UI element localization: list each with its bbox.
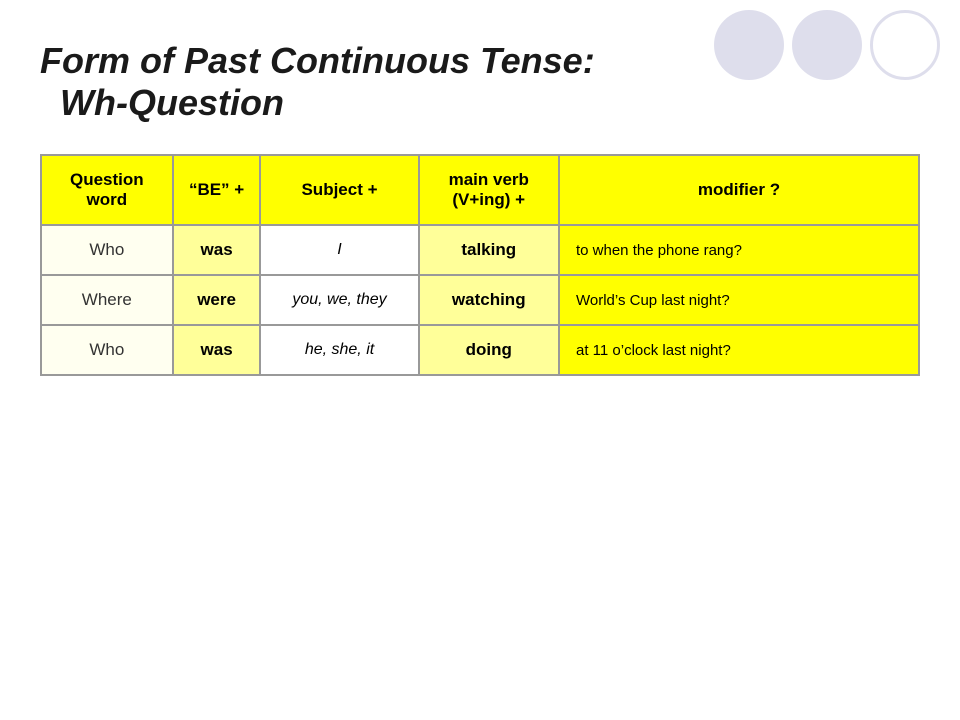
table-row: Who was he, she, it doing at 11 o’clock … <box>41 325 919 375</box>
header-be: “BE” + <box>173 155 261 225</box>
row3-subject: he, she, it <box>260 325 418 375</box>
row1-question-word: Who <box>41 225 173 275</box>
header-subject: Subject + <box>260 155 418 225</box>
row1-main-verb: talking <box>419 225 559 275</box>
row1-be: was <box>173 225 261 275</box>
row1-modifier: to when the phone rang? <box>559 225 919 275</box>
row2-subject: you, we, they <box>260 275 418 325</box>
table-header-row: Question word “BE” + Subject + main verb… <box>41 155 919 225</box>
table-row: Who was I talking to when the phone rang… <box>41 225 919 275</box>
row3-main-verb: doing <box>419 325 559 375</box>
row3-be: was <box>173 325 261 375</box>
row3-modifier: at 11 o’clock last night? <box>559 325 919 375</box>
decorative-circles <box>714 10 940 80</box>
row2-modifier: World’s Cup last night? <box>559 275 919 325</box>
row2-main-verb: watching <box>419 275 559 325</box>
table-wrapper: Question word “BE” + Subject + main verb… <box>40 154 920 376</box>
circle-1 <box>714 10 784 80</box>
page-container: Form of Past Continuous Tense: Wh-Questi… <box>0 0 960 720</box>
header-modifier: modifier ? <box>559 155 919 225</box>
row1-subject: I <box>260 225 418 275</box>
circle-2 <box>792 10 862 80</box>
row3-question-word: Who <box>41 325 173 375</box>
title-line2: Wh-Question <box>60 82 920 124</box>
row2-question-word: Where <box>41 275 173 325</box>
circle-3 <box>870 10 940 80</box>
table-row: Where were you, we, they watching World’… <box>41 275 919 325</box>
row2-be: were <box>173 275 261 325</box>
header-question-word: Question word <box>41 155 173 225</box>
header-main-verb: main verb (V+ing) + <box>419 155 559 225</box>
grammar-table: Question word “BE” + Subject + main verb… <box>40 154 920 376</box>
